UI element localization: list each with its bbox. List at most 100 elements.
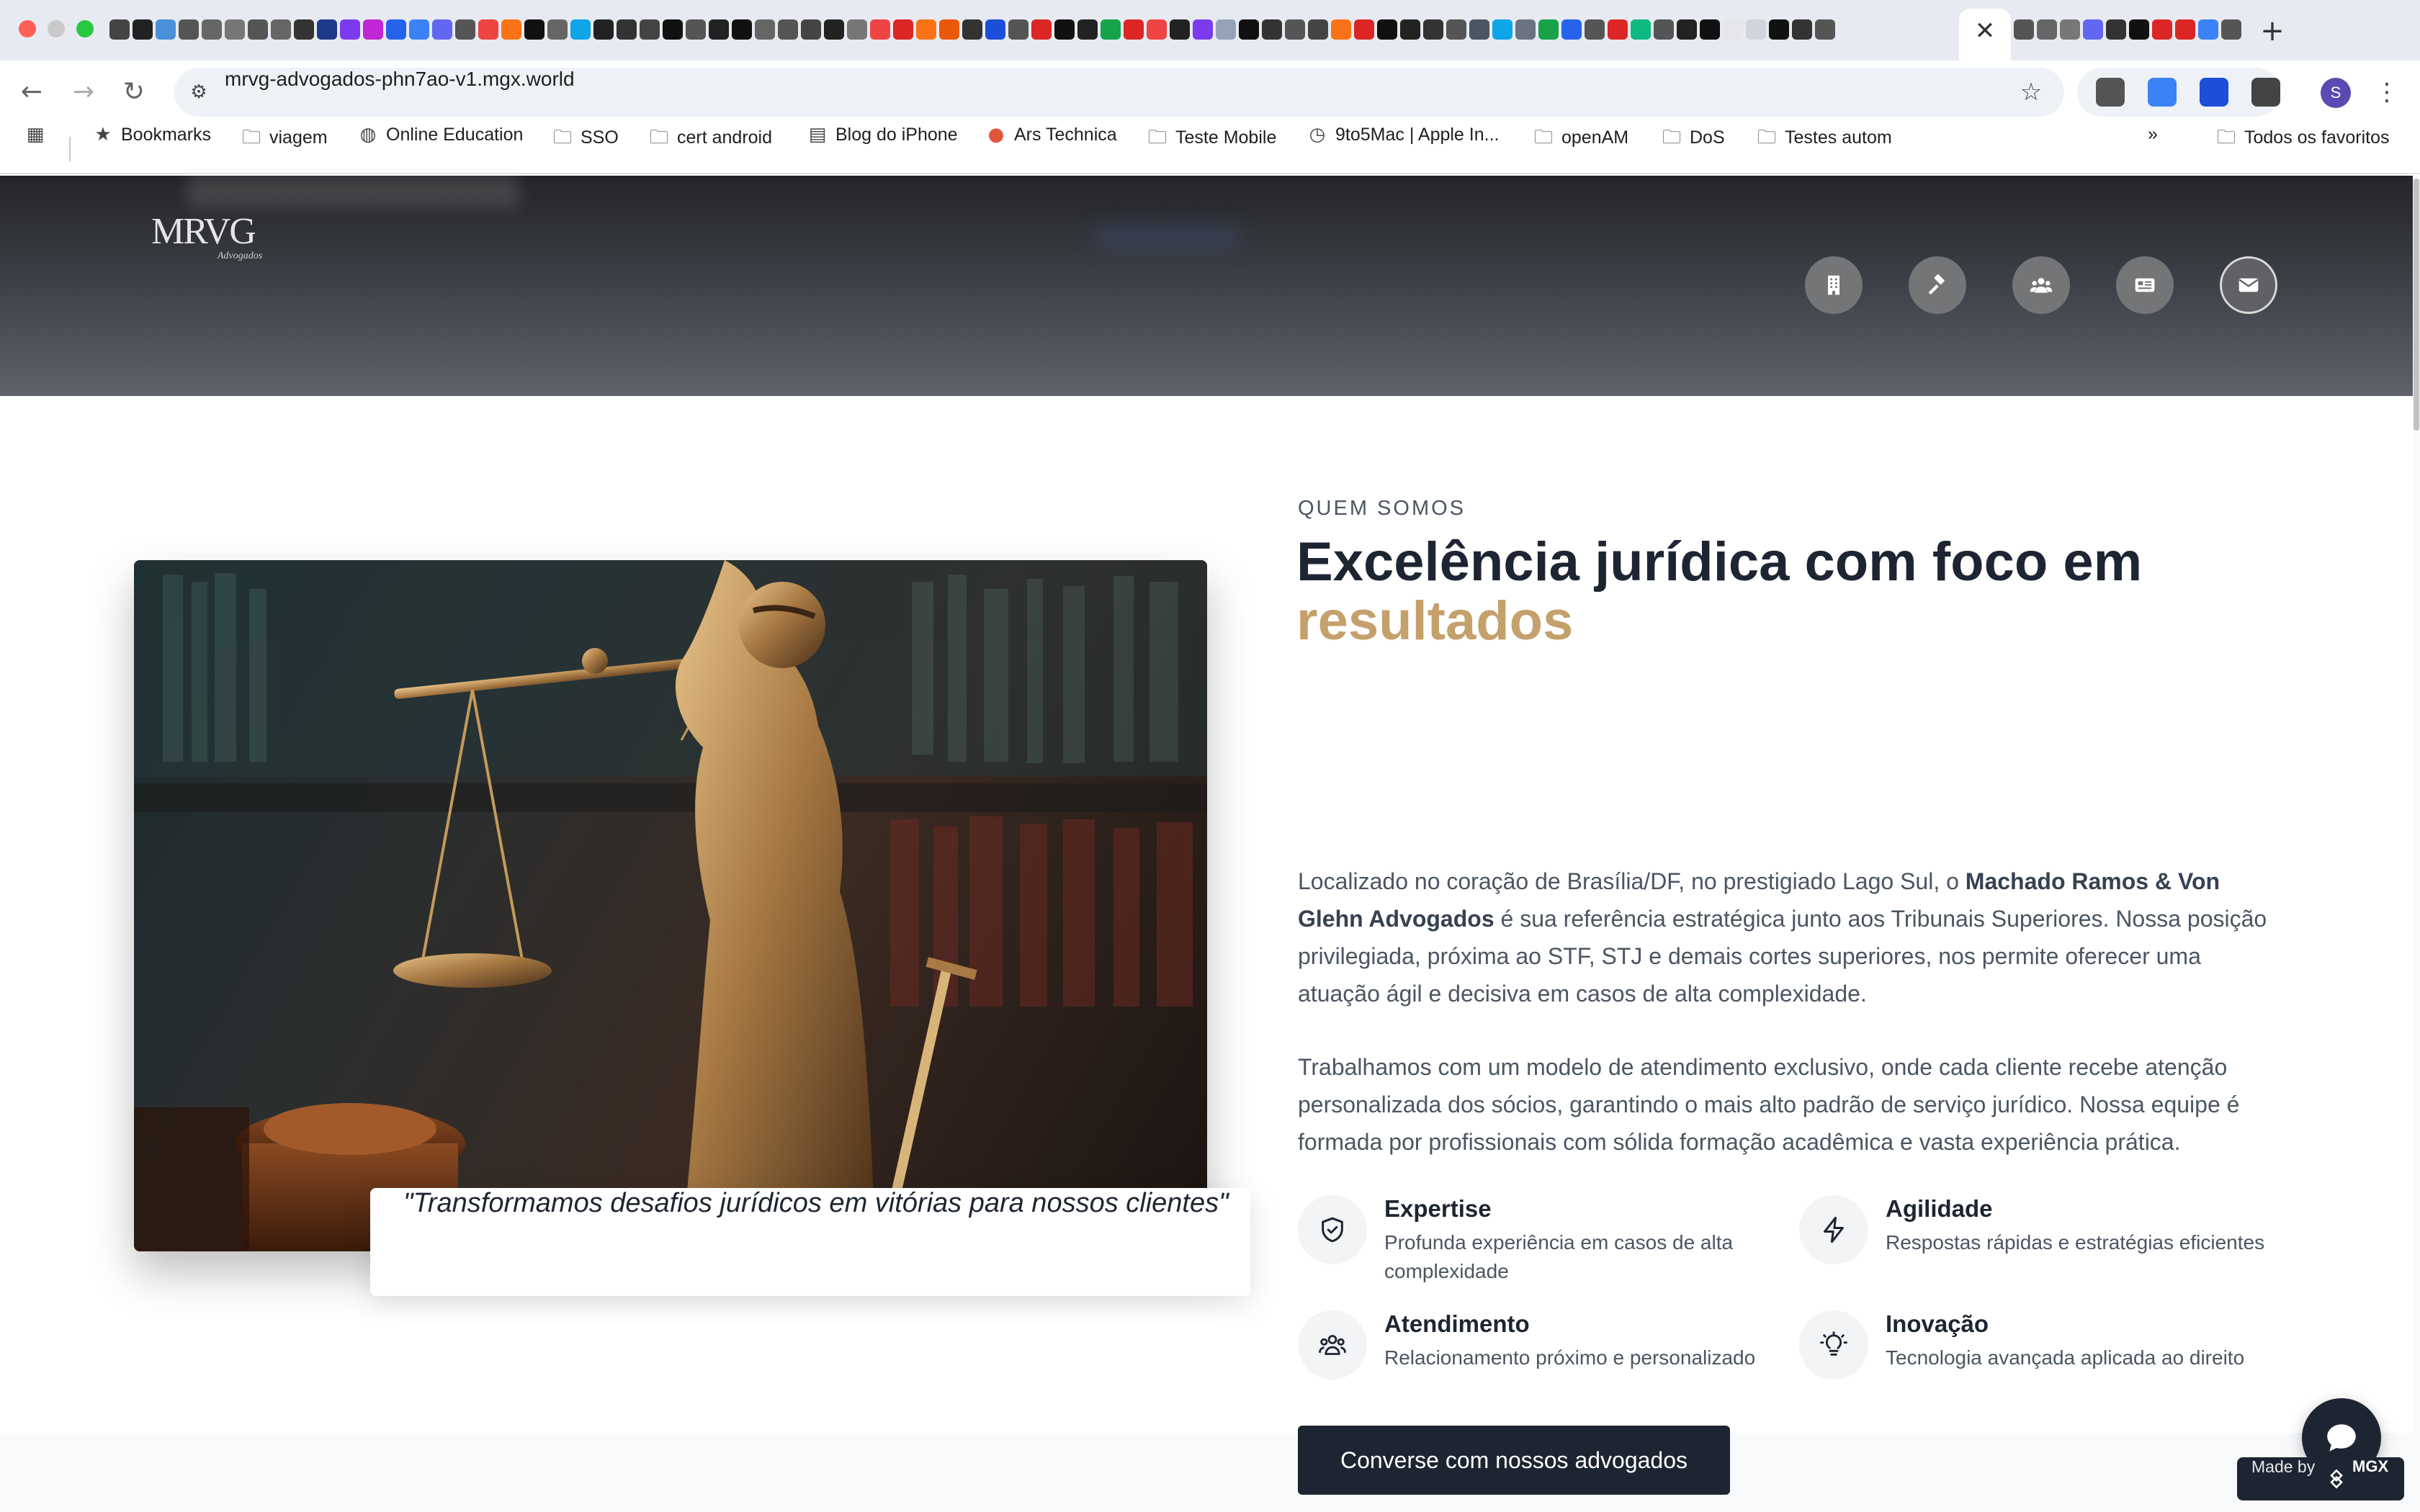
extension-icon[interactable]	[2148, 78, 2177, 107]
tab-favicon-icon[interactable]	[1239, 19, 1259, 40]
tab-favicon-icon[interactable]	[202, 19, 222, 40]
tab-favicon-icon[interactable]	[2175, 19, 2195, 40]
tab-favicon-icon[interactable]	[778, 19, 798, 40]
tab-favicon-icon[interactable]	[939, 19, 959, 40]
tab-favicon-icon[interactable]	[1354, 19, 1374, 40]
tab-favicon-icon[interactable]	[732, 19, 752, 40]
tab-favicon-icon[interactable]	[1746, 19, 1766, 40]
bookmark-item[interactable]: 🗀 SSO	[552, 124, 619, 173]
tab-favicon-icon[interactable]	[663, 19, 683, 40]
tab-favicon-icon[interactable]	[801, 19, 821, 40]
bookmark-item[interactable]: 🗀 Testes autom	[1756, 124, 1892, 173]
minimize-window-button[interactable]	[48, 20, 65, 37]
extension-icon[interactable]	[2096, 78, 2125, 107]
tab-favicon-icon[interactable]	[686, 19, 706, 40]
tab-favicon-icon[interactable]	[755, 19, 775, 40]
tab-favicon-icon[interactable]	[2129, 19, 2149, 40]
bookmark-item[interactable]: ◷ 9to5Mac | Apple In...	[1307, 124, 1500, 173]
tab-favicon-icon[interactable]	[1193, 19, 1213, 40]
bookmark-item[interactable]: ★ Bookmarks	[92, 124, 211, 173]
nav-gavel-icon[interactable]	[1909, 256, 1966, 314]
profile-avatar[interactable]: S	[2321, 78, 2351, 108]
tab-favicon-icon[interactable]	[524, 19, 544, 40]
browser-menu-icon[interactable]: ⋮	[2372, 73, 2401, 111]
tab-favicon-icon[interactable]	[1446, 19, 1466, 40]
tab-favicon-icon[interactable]	[2198, 19, 2218, 40]
apps-grid-icon[interactable]: ▦	[24, 124, 53, 173]
tab-favicon-icon[interactable]	[640, 19, 660, 40]
nav-building-icon[interactable]	[1805, 256, 1863, 314]
tab-favicon-icon[interactable]	[1285, 19, 1305, 40]
extension-icon[interactable]	[2200, 78, 2228, 107]
scrollbar-thumb[interactable]	[2414, 179, 2419, 431]
tab-favicon-icon[interactable]	[409, 19, 429, 40]
url-text[interactable]: mrvg-advogados-phn7ao-v1.mgx.world	[225, 68, 575, 117]
bookmark-item[interactable]: ● Ars Technica	[985, 124, 1117, 173]
tab-favicon-icon[interactable]	[363, 19, 383, 40]
forward-icon[interactable]: →	[65, 73, 102, 111]
tab-favicon-icon[interactable]	[478, 19, 498, 40]
tab-favicon-icon[interactable]	[271, 19, 291, 40]
tab-favicon-icon[interactable]	[179, 19, 199, 40]
new-tab-button[interactable]: +	[2254, 13, 2290, 49]
tab-favicon-icon[interactable]	[916, 19, 936, 40]
site-logo[interactable]: MRVG Advogados	[151, 212, 262, 262]
tab-favicon-icon[interactable]	[2106, 19, 2126, 40]
tab-favicon-icon[interactable]	[1769, 19, 1789, 40]
tab-favicon-icon[interactable]	[340, 19, 360, 40]
tab-favicon-icon[interactable]	[1308, 19, 1328, 40]
bookmark-item[interactable]: 🗀 viagem	[241, 124, 328, 173]
tab-favicon-icon[interactable]	[1538, 19, 1559, 40]
reload-icon[interactable]: ↻	[115, 73, 153, 111]
tab-favicon-icon[interactable]	[1147, 19, 1167, 40]
tab-favicon-icon[interactable]	[1561, 19, 1582, 40]
tab-favicon-icon[interactable]	[1170, 19, 1190, 40]
tab-favicon-icon[interactable]	[962, 19, 982, 40]
tab-favicon-icon[interactable]	[1054, 19, 1075, 40]
tab-favicon-icon[interactable]	[2014, 19, 2034, 40]
tab-favicon-icon[interactable]	[1331, 19, 1351, 40]
tab-favicon-icon[interactable]	[1700, 19, 1720, 40]
page-scrollbar[interactable]	[2413, 176, 2420, 1512]
tab-favicon-icon[interactable]	[870, 19, 890, 40]
nav-newspaper-icon[interactable]	[2116, 256, 2174, 314]
all-bookmarks-folder[interactable]: 🗀 Todos os favoritos	[2215, 124, 2390, 173]
tab-favicon-icon[interactable]	[432, 19, 452, 40]
site-info-icon[interactable]: ⚙	[184, 78, 213, 107]
tab-favicon-icon[interactable]	[1631, 19, 1651, 40]
tab-favicon-icon[interactable]	[386, 19, 406, 40]
tab-favicon-icon[interactable]	[709, 19, 729, 40]
tab-favicon-icon[interactable]	[1031, 19, 1052, 40]
tab-favicon-icon[interactable]	[248, 19, 268, 40]
tab-favicon-icon[interactable]	[156, 19, 176, 40]
extension-icon[interactable]	[2251, 78, 2280, 107]
tab-favicon-icon[interactable]	[1423, 19, 1443, 40]
tab-favicon-icon[interactable]	[294, 19, 314, 40]
contact-lawyers-button[interactable]: Converse com nossos advogados	[1298, 1426, 1730, 1495]
nav-users-icon[interactable]	[2012, 256, 2070, 314]
tab-favicon-icon[interactable]	[1585, 19, 1605, 40]
tab-favicon-icon[interactable]	[1124, 19, 1144, 40]
tab-favicon-icon[interactable]	[847, 19, 867, 40]
bookmark-item[interactable]: ▤ Blog do iPhone	[807, 124, 958, 173]
tab-favicon-icon[interactable]	[1515, 19, 1536, 40]
tab-favicon-icon[interactable]	[1262, 19, 1282, 40]
tab-favicon-icon[interactable]	[1077, 19, 1098, 40]
tab-favicon-icon[interactable]	[2037, 19, 2057, 40]
close-window-button[interactable]	[19, 20, 36, 37]
tab-favicon-icon[interactable]	[893, 19, 913, 40]
bookmark-item[interactable]: ◍ Online Education	[357, 124, 524, 173]
tab-close-icon[interactable]: ✕	[1968, 14, 2002, 48]
bookmark-star-icon[interactable]: ☆	[2015, 76, 2047, 108]
made-by-badge[interactable]: Made by MGX	[2237, 1457, 2404, 1500]
tab-favicon-icon[interactable]	[1608, 19, 1628, 40]
tab-favicon-icon[interactable]	[501, 19, 521, 40]
back-icon[interactable]: ←	[13, 73, 50, 111]
tab-favicon-icon[interactable]	[109, 19, 130, 40]
bookmark-item[interactable]: 🗀 cert android	[648, 124, 772, 173]
tab-favicon-icon[interactable]	[547, 19, 568, 40]
tab-favicon-icon[interactable]	[317, 19, 337, 40]
tab-favicon-icon[interactable]	[824, 19, 844, 40]
tab-favicon-icon[interactable]	[1654, 19, 1674, 40]
bookmark-item[interactable]: 🗀 Teste Mobile	[1147, 124, 1276, 173]
